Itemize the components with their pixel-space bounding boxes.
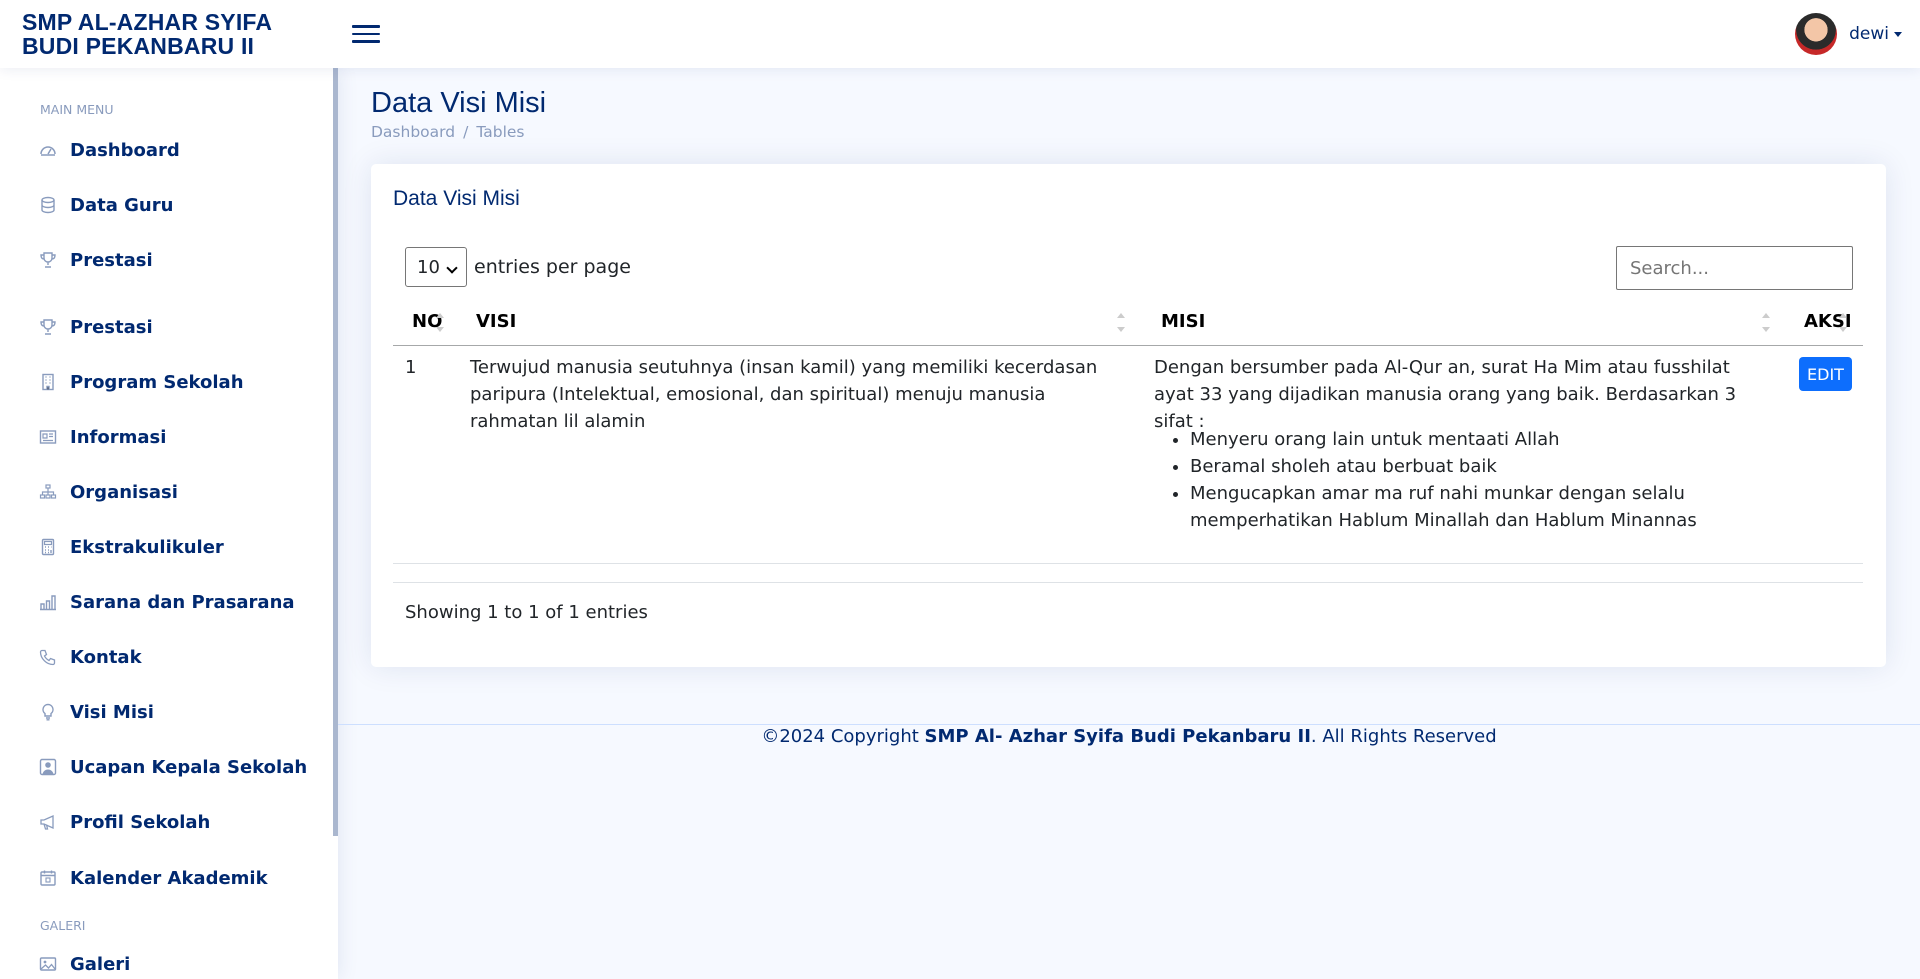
edit-button[interactable]: EDIT: [1799, 357, 1852, 391]
diagram-icon: [38, 482, 58, 502]
sidebar-item-label: Ucapan Kepala Sekolah: [70, 756, 308, 778]
search-input[interactable]: [1616, 246, 1853, 290]
sidebar-item-label: Prestasi: [70, 249, 153, 271]
misi-list: Menyeru orang lain untuk mentaati Allah …: [1154, 426, 1714, 534]
sidebar-item-data-guru[interactable]: Data Guru: [38, 190, 173, 220]
breadcrumb: Dashboard / Tables: [371, 123, 525, 141]
building-icon: [38, 372, 58, 392]
footer: ©2024 Copyright SMP Al- Azhar Syifa Budi…: [338, 726, 1920, 747]
chevron-down-icon: [1894, 31, 1902, 37]
sort-icon[interactable]: [1117, 309, 1125, 337]
sidebar-scrollbar[interactable]: [333, 68, 338, 836]
sort-icon[interactable]: [436, 309, 444, 337]
breadcrumb-current: Tables: [476, 123, 525, 141]
calculator-icon: [38, 537, 58, 557]
footer-prefix: ©2024 Copyright: [761, 726, 925, 747]
footer-school-name: SMP Al- Azhar Syifa Budi Pekanbaru II: [924, 726, 1311, 747]
sidebar-item-prestasi-2[interactable]: Prestasi: [38, 312, 153, 342]
entries-per-page-select[interactable]: 10: [405, 247, 467, 287]
top-header: SMP AL-AZHAR SYIFA BUDI PEKANBARU II dew…: [0, 0, 1920, 68]
sidebar-item-program-sekolah[interactable]: Program Sekolah: [38, 367, 244, 397]
sidebar-item-informasi[interactable]: Informasi: [38, 422, 166, 452]
image-icon: [38, 954, 58, 974]
cell-no: 1: [405, 357, 417, 378]
avatar: [1795, 13, 1838, 55]
speedometer-icon: [38, 140, 58, 160]
sidebar-item-kalender-akademik[interactable]: Kalender Akademik: [38, 863, 268, 893]
menu-heading-galeri: GALERI: [40, 918, 86, 933]
sidebar-item-label: Prestasi: [70, 316, 153, 338]
calendar-icon: [38, 868, 58, 888]
sidebar-item-visi-misi[interactable]: Visi Misi: [38, 697, 154, 727]
sidebar-item-label: Profil Sekolah: [70, 811, 211, 833]
table-footer-divider: [393, 582, 1863, 583]
sidebar-item-label: Data Guru: [70, 194, 174, 216]
bar-chart-icon: [38, 592, 58, 612]
trophy-icon: [38, 250, 58, 270]
breadcrumb-dashboard-link[interactable]: Dashboard: [371, 123, 455, 141]
sidebar-item-label: Kontak: [70, 646, 142, 668]
cell-misi-intro: Dengan bersumber pada Al-Qur an, surat H…: [1154, 357, 1737, 432]
sidebar-item-prestasi[interactable]: Prestasi: [38, 245, 153, 275]
sidebar-item-label: Sarana dan Prasarana: [70, 591, 295, 613]
lightbulb-icon: [38, 702, 58, 722]
sidebar-item-galeri[interactable]: Galeri: [38, 949, 130, 979]
sidebar-item-ucapan-kepala-sekolah[interactable]: Ucapan Kepala Sekolah: [38, 752, 307, 782]
breadcrumb-separator: /: [463, 123, 469, 141]
sidebar-item-kontak[interactable]: Kontak: [38, 642, 142, 672]
sidebar-item-label: Organisasi: [70, 481, 178, 503]
list-item: Mengucapkan amar ma ruf nahi munkar deng…: [1190, 480, 1714, 534]
footer-suffix: . All Rights Reserved: [1310, 726, 1497, 747]
brand-logo-text[interactable]: SMP AL-AZHAR SYIFA BUDI PEKANBARU II: [22, 10, 292, 58]
column-header-misi[interactable]: MISI: [1161, 311, 1205, 332]
table-info: Showing 1 to 1 of 1 entries: [405, 602, 648, 623]
sidebar-item-label: Galeri: [70, 953, 131, 975]
trophy-icon: [38, 317, 58, 337]
sidebar-item-ekstrakulikuler[interactable]: Ekstrakulikuler: [38, 532, 224, 562]
menu-heading-main: MAIN MENU: [40, 102, 114, 117]
list-item: Menyeru orang lain untuk mentaati Allah: [1190, 426, 1714, 453]
telephone-icon: [38, 647, 58, 667]
sidebar-item-label: Kalender Akademik: [70, 867, 268, 889]
database-icon: [38, 195, 58, 215]
card-title: Data Visi Misi: [393, 187, 520, 210]
sort-icon[interactable]: [1762, 309, 1770, 337]
list-item: Beramal sholeh atau berbuat baik: [1190, 453, 1714, 480]
table-row-divider: [393, 563, 1863, 564]
sidebar-item-label: Program Sekolah: [70, 371, 244, 393]
person-square-icon: [38, 757, 58, 777]
entries-per-page-control: 10 entries per page: [405, 247, 631, 287]
sidebar-toggle-icon[interactable]: [352, 20, 380, 46]
sidebar-item-label: Ekstrakulikuler: [70, 536, 224, 558]
sidebar-item-sarana-prasarana[interactable]: Sarana dan Prasarana: [38, 587, 295, 617]
data-card: Data Visi Misi 10 entries per page NO VI…: [371, 164, 1886, 667]
sidebar-item-profil-sekolah[interactable]: Profil Sekolah: [38, 807, 210, 837]
sidebar-item-organisasi[interactable]: Organisasi: [38, 477, 178, 507]
sidebar: MAIN MENU Dashboard Data Guru Prestasi P…: [0, 68, 338, 979]
newspaper-icon: [38, 427, 58, 447]
profile-dropdown[interactable]: dewi: [1795, 13, 1902, 55]
megaphone-icon: [38, 812, 58, 832]
cell-visi: Terwujud manusia seutuhnya (insan kamil)…: [470, 357, 1098, 432]
sidebar-item-label: Informasi: [70, 426, 167, 448]
sidebar-item-dashboard[interactable]: Dashboard: [38, 135, 180, 165]
sidebar-item-label: Dashboard: [70, 139, 180, 161]
page-title: Data Visi Misi: [371, 87, 547, 119]
entries-per-page-label: entries per page: [474, 256, 631, 278]
profile-username: dewi: [1849, 24, 1889, 44]
column-header-visi[interactable]: VISI: [476, 311, 516, 332]
table-header-divider: [393, 345, 1863, 346]
sort-icon[interactable]: [1839, 309, 1847, 337]
footer-divider: [338, 724, 1920, 725]
sidebar-item-label: Visi Misi: [70, 701, 154, 723]
